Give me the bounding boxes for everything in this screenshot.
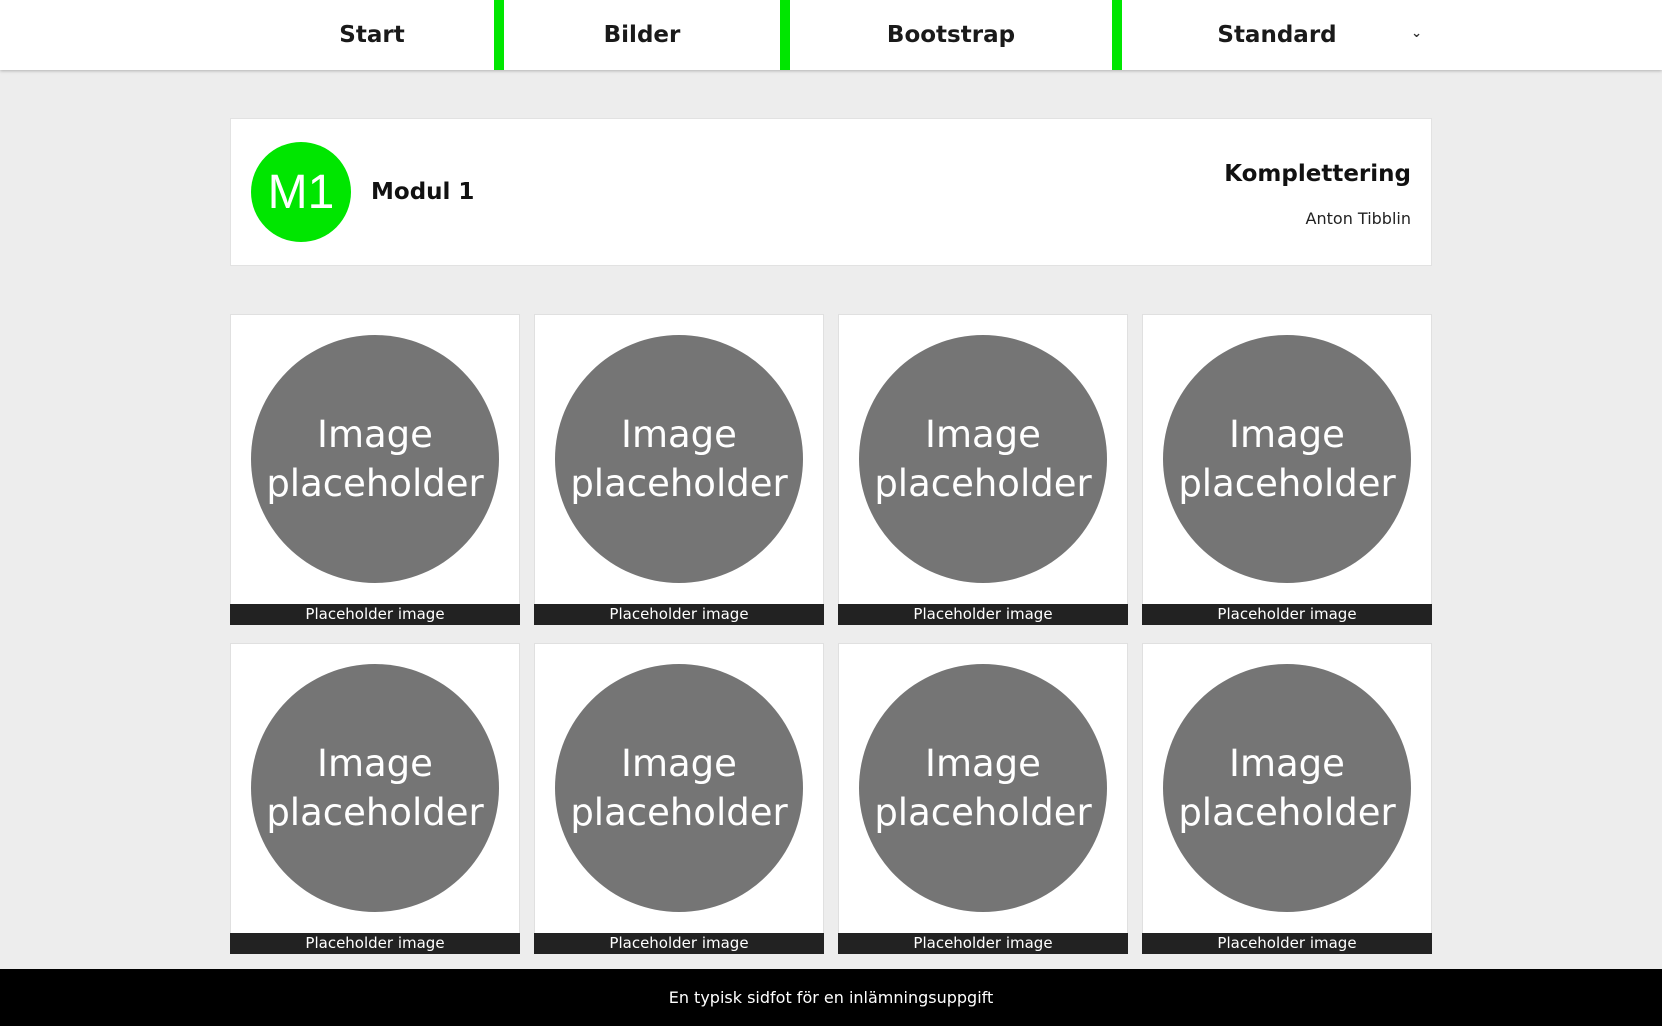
image-placeholder: Image placeholder	[251, 335, 499, 583]
placeholder-text: placeholder	[570, 791, 788, 834]
placeholder-text: placeholder	[266, 791, 484, 834]
image-placeholder: Image placeholder	[859, 664, 1107, 912]
gallery-card[interactable]: Image placeholder Placeholder image	[838, 314, 1128, 625]
image-placeholder: Image placeholder	[859, 335, 1107, 583]
placeholder-text: placeholder	[570, 462, 788, 505]
nav-separator	[780, 0, 790, 70]
image-placeholder: Image placeholder	[1163, 664, 1411, 912]
placeholder-text: placeholder	[266, 462, 484, 505]
top-navigation: Start Bilder Bootstrap Standard ⌄	[0, 0, 1662, 70]
image-placeholder: Image placeholder	[555, 335, 803, 583]
placeholder-text: placeholder	[1178, 462, 1396, 505]
image-placeholder: Image placeholder	[251, 664, 499, 912]
placeholder-text: Image	[1229, 742, 1345, 785]
module-header-card: M1 Modul 1 Komplettering Anton Tibblin	[230, 118, 1432, 266]
gallery-card[interactable]: Image placeholder Placeholder image	[1142, 314, 1432, 625]
image-caption: Placeholder image	[534, 604, 824, 625]
image-caption: Placeholder image	[534, 933, 824, 954]
image-caption: Placeholder image	[230, 933, 520, 954]
placeholder-text: Image	[621, 413, 737, 456]
placeholder-text: Image	[1229, 413, 1345, 456]
gallery-card[interactable]: Image placeholder Placeholder image	[230, 643, 520, 954]
gallery-card[interactable]: Image placeholder Placeholder image	[230, 314, 520, 625]
nav-item-label: Bilder	[603, 22, 681, 48]
image-placeholder: Image placeholder	[1163, 335, 1411, 583]
gallery-card[interactable]: Image placeholder Placeholder image	[534, 314, 824, 625]
placeholder-text: placeholder	[874, 462, 1092, 505]
nav-item-bootstrap[interactable]: Bootstrap	[790, 0, 1112, 70]
placeholder-text: placeholder	[874, 791, 1092, 834]
author-name: Anton Tibblin	[1305, 209, 1411, 228]
nav-separator	[1112, 0, 1122, 70]
footer-text: En typisk sidfot för en inlämningsuppgif…	[668, 988, 994, 1007]
image-caption: Placeholder image	[1142, 933, 1432, 954]
nav-item-start[interactable]: Start	[248, 0, 496, 70]
nav-item-label: Bootstrap	[886, 22, 1016, 48]
placeholder-text: Image	[621, 742, 737, 785]
nav-item-label: Standard	[1217, 22, 1337, 48]
placeholder-text: Image	[317, 742, 433, 785]
page-footer: En typisk sidfot för en inlämningsuppgif…	[0, 969, 1662, 1026]
image-caption: Placeholder image	[1142, 604, 1432, 625]
nav-item-label: Start	[339, 22, 405, 48]
image-placeholder: Image placeholder	[555, 664, 803, 912]
placeholder-text: placeholder	[1178, 791, 1396, 834]
page-title: Komplettering	[1224, 161, 1411, 187]
chevron-down-icon: ⌄	[1411, 26, 1422, 41]
module-badge: M1	[251, 142, 351, 242]
gallery-card[interactable]: Image placeholder Placeholder image	[838, 643, 1128, 954]
nav-separator	[494, 0, 504, 70]
module-name: Modul 1	[371, 179, 475, 205]
image-caption: Placeholder image	[838, 604, 1128, 625]
nav-item-bilder[interactable]: Bilder	[504, 0, 780, 70]
gallery-card[interactable]: Image placeholder Placeholder image	[534, 643, 824, 954]
nav-item-standard-dropdown[interactable]: Standard ⌄	[1122, 0, 1432, 70]
gallery-card[interactable]: Image placeholder Placeholder image	[1142, 643, 1432, 954]
placeholder-text: Image	[925, 413, 1041, 456]
image-caption: Placeholder image	[838, 933, 1128, 954]
placeholder-text: Image	[925, 742, 1041, 785]
placeholder-text: Image	[317, 413, 433, 456]
image-caption: Placeholder image	[230, 604, 520, 625]
